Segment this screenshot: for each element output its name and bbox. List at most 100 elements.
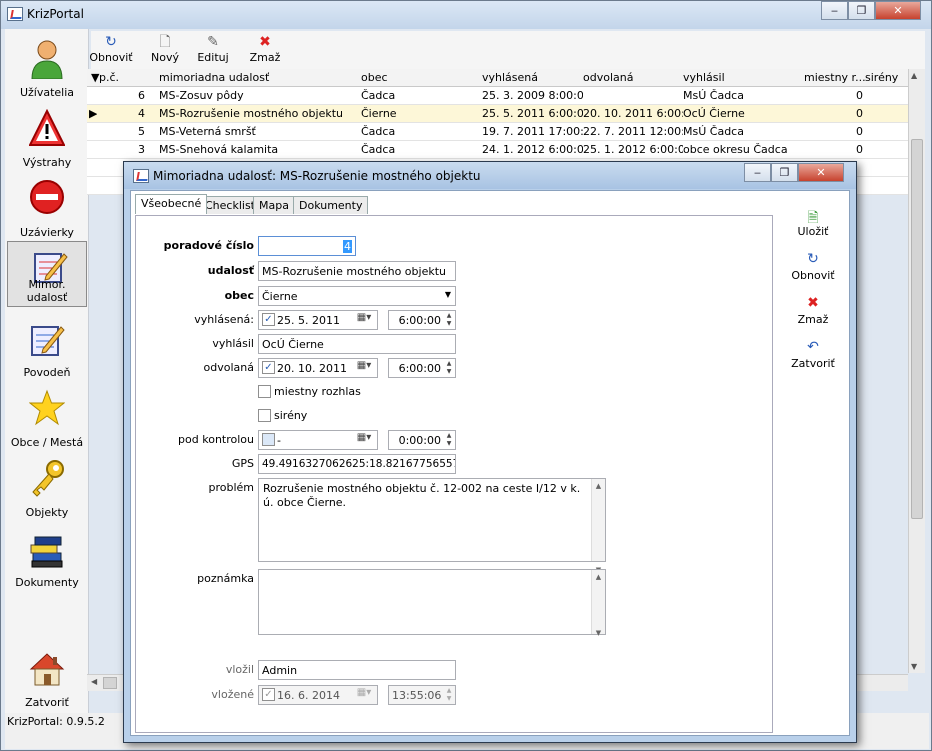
miestny-rozhlas-checkbox[interactable] [258,385,271,398]
nav-documents[interactable]: Dokumenty [5,525,89,591]
dialog-refresh-label: Obnoviť [791,269,835,282]
calendar-dropdown-icon[interactable]: ▦▾ [353,312,375,328]
dialog-close-button[interactable]: ✕ [798,163,844,182]
vyhlasena-time[interactable]: 6:00:00 ▲ ▼ [388,310,456,330]
problem-value: Rozrušenie mostného objektu č. 12-002 na… [263,482,581,509]
kontrolou-checkbox[interactable] [262,433,275,446]
edit-document-icon: ✎ [207,34,219,50]
scroll-left-icon[interactable]: ◀ [91,677,97,686]
spinner-icon: ▲ ▼ [446,687,452,702]
restore-button[interactable]: ❐ [848,1,875,20]
key-icon [32,460,64,497]
kontrolou-time[interactable]: 0:00:00 ▲ ▼ [388,430,456,450]
textarea-scrollbar[interactable]: ▲▼ [591,479,605,574]
textarea-scrollbar[interactable]: ▲▼ [591,570,605,637]
tab-vseobecne[interactable]: Všeobecné [135,194,208,214]
poradove-field[interactable]: 4 [258,236,356,256]
tab-mapa[interactable]: Mapa [253,196,295,214]
delete-button[interactable]: ✖ Zmaž [243,33,287,64]
close-button[interactable]: ✕ [875,1,921,20]
scroll-up-icon[interactable]: ▲ [911,71,917,80]
col-sireny[interactable]: sirény [865,71,898,84]
delete-label: Zmaž [249,51,281,64]
poznamka-textarea[interactable]: ▲ ▼ [258,569,606,637]
col-vyhlasil[interactable]: vyhlásil [683,71,725,84]
no-entry-icon [30,180,64,214]
obec-select[interactable]: Čierne ▼ [258,286,456,306]
tab-checklist[interactable]: Checklist [199,196,261,214]
nav-users[interactable]: Užívatelia [5,35,89,101]
vyhlasil-label: vyhlásil [212,337,254,350]
table-cell: 19. 7. 2011 17:00:00 [482,125,583,138]
calendar-dropdown-icon[interactable]: ▦▾ [353,360,375,376]
table-cell: Čadca [361,89,396,102]
table-cell: Čierne [361,107,397,120]
gps-label: GPS [231,457,254,470]
nav-objects[interactable]: Objekty [5,455,89,521]
col-obec[interactable]: obec [361,71,388,84]
gps-field[interactable]: 49.4916327062625:18.8216775655746 [258,454,456,474]
udalost-label: udalosť [207,264,254,277]
nav-municipalities[interactable]: Obce / Mestá [5,385,89,451]
vyhlasil-field[interactable]: OcÚ Čierne [258,334,456,354]
vlozil-label: vložil [225,663,254,676]
hscroll-thumb[interactable] [103,677,117,689]
event-dialog: Mimoriadna udalosť: MS-Rozrušenie mostné… [123,161,857,743]
vyhlasena-date[interactable]: 25. 5. 2011 ▦▾ [258,310,378,330]
dialog-refresh-button[interactable]: ↻ Obnoviť [783,251,843,282]
minimize-button[interactable]: ‒ [821,1,848,20]
new-button[interactable]: 🗋 Nový [143,33,187,64]
scroll-down-icon[interactable]: ▼ [911,662,917,671]
table-row[interactable]: ▶ 4 MS-Rozrušenie mostného objektu Čierne 25… [87,105,909,123]
nav-warnings[interactable]: Výstrahy [5,105,89,171]
nav-emergency[interactable]: Mimor. udalosť [7,241,87,307]
nav-flood[interactable]: Povodeň [5,315,89,381]
dialog-close-action-button[interactable]: ↶ Zatvoriť [783,339,843,370]
table-row[interactable]: 5 MS-Veterná smršť Čadca 19. 7. 2011 17:00:… [87,123,909,141]
odvolana-time-value: 6:00:00 [398,362,441,375]
save-label: Uložiť [797,225,829,238]
nav-close[interactable]: Zatvoriť [5,645,89,711]
vlozil-field: Admin [258,660,456,680]
nav-close-label: Zatvoriť [25,696,69,709]
odvolana-checkbox[interactable] [262,361,275,374]
odvolana-time[interactable]: 6:00:00 ▲ ▼ [388,358,456,378]
poradove-value: 4 [343,240,352,253]
dialog-minimize-button[interactable]: ‒ [744,163,771,182]
edit-button[interactable]: ✎ Edituj [191,33,235,64]
odvolana-date-value: 20. 10. 2011 [277,362,347,375]
col-miestny[interactable]: miestny r... [804,71,866,84]
table-cell: 25. 5. 2011 6:00:00 [482,107,583,120]
udalost-field[interactable]: MS-Rozrušenie mostného objektu [258,261,456,281]
tab-dokumenty[interactable]: Dokumenty [293,196,369,214]
odvolana-date[interactable]: 20. 10. 2011 ▦▾ [258,358,378,378]
nav-emergency-label: Mimor. udalosť [26,278,68,304]
table-row[interactable]: 3 MS-Snehová kalamita Čadca 24. 1. 2012 6:0… [87,141,909,159]
table-cell: 0 [856,107,863,120]
problem-textarea[interactable]: Rozrušenie mostného objektu č. 12-002 na… [258,478,606,574]
table-row[interactable]: 6 MS-Zosuv pôdy Čadca 25. 3. 2009 8:00:00 Ms… [87,87,909,105]
dialog-delete-button[interactable]: ✖ Zmaž [783,295,843,326]
nav-closures[interactable]: Uzávierky [5,175,89,241]
col-udalost[interactable]: mimoriadna udalosť [159,71,269,84]
spinner-icon[interactable]: ▲ ▼ [444,432,454,448]
save-button[interactable]: 🗎 Uložiť [783,207,843,238]
spinner-icon[interactable]: ▲ ▼ [444,360,454,376]
app-title: KrizPortal [27,7,84,21]
table-cell: MS-Rozrušenie mostného objektu [159,107,343,120]
sireny-checkbox[interactable] [258,409,271,422]
col-pc[interactable]: p.č. [99,71,119,84]
scroll-thumb[interactable] [911,139,923,519]
col-odvolana[interactable]: odvolaná [583,71,633,84]
vertical-scrollbar[interactable]: ▲ ▼ [908,69,925,673]
vyhlasena-label: vyhlásená: [194,313,254,326]
spinner-icon[interactable]: ▲ ▼ [444,312,454,328]
col-vyhlasena[interactable]: vyhlásená [482,71,538,84]
calendar-dropdown-icon: ▦▾ [356,687,372,698]
vyhlasena-checkbox[interactable] [262,313,275,326]
vlozene-time: 13:55:06 ▲ ▼ [388,685,456,705]
kontrolou-date[interactable]: - ▦▾ [258,430,378,450]
calendar-dropdown-icon[interactable]: ▦▾ [353,432,375,448]
refresh-button[interactable]: ↻ Obnoviť [89,33,133,64]
dialog-restore-button[interactable]: ❐ [771,163,798,182]
